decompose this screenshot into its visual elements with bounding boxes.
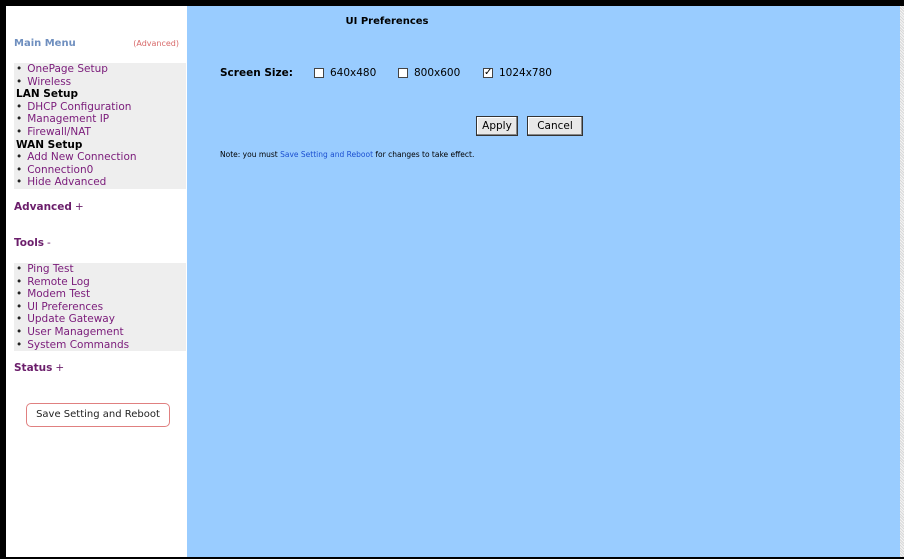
page-title: UI Preferences xyxy=(345,16,429,27)
note-text: Note: you must Save Setting and Reboot f… xyxy=(220,150,474,159)
advanced-expand-icon: + xyxy=(74,201,84,213)
main-panel: UI Preferences Screen Size: 640x480 800x… xyxy=(187,6,900,557)
advanced-section-toggle[interactable]: Advanced + xyxy=(14,201,84,213)
main-menu-list: OnePage SetupWirelessLAN SetupDHCP Confi… xyxy=(14,63,186,189)
sidebar-item-system-commands[interactable]: System Commands xyxy=(16,339,186,352)
status-expand-icon: + xyxy=(55,362,65,374)
option-label: 640x480 xyxy=(330,67,377,79)
save-and-reboot-link[interactable]: Save Setting and Reboot xyxy=(280,150,373,159)
save-and-reboot-button[interactable]: Save Setting and Reboot xyxy=(26,403,170,427)
option-label: 1024x780 xyxy=(499,67,552,79)
vertical-scrollbar[interactable] xyxy=(900,6,904,557)
main-menu-title: Main Menu xyxy=(14,38,76,49)
option-1024x780[interactable]: ✓ 1024x780 xyxy=(483,67,552,79)
note-prefix: Note: you must xyxy=(220,150,281,159)
apply-button[interactable]: Apply xyxy=(476,116,518,136)
status-section-toggle[interactable]: Status + xyxy=(14,362,64,374)
sidebar-item-hide-advanced[interactable]: Hide Advanced xyxy=(16,176,186,189)
sidebar: Main Menu (Advanced) OnePage SetupWirele… xyxy=(6,6,187,557)
main-menu-mode: (Advanced) xyxy=(133,39,179,48)
tools-menu-list: Ping TestRemote LogModem TestUI Preferen… xyxy=(14,263,186,351)
menu-section-header: WAN Setup xyxy=(16,138,83,151)
tools-title: Tools xyxy=(14,237,45,249)
sidebar-item-dhcp-configuration[interactable]: DHCP Configuration xyxy=(16,101,186,114)
cancel-button[interactable]: Cancel xyxy=(527,116,583,136)
note-suffix: for changes to take effect. xyxy=(373,150,475,159)
tools-section-toggle[interactable]: Tools - xyxy=(14,237,51,249)
option-640x480[interactable]: 640x480 xyxy=(314,67,376,79)
sidebar-item-update-gateway[interactable]: Update Gateway xyxy=(16,313,186,326)
menu-section-header: LAN Setup xyxy=(16,88,78,101)
checkbox-800x600[interactable] xyxy=(398,68,408,78)
sidebar-item-modem-test[interactable]: Modem Test xyxy=(16,288,186,301)
option-800x600[interactable]: 800x600 xyxy=(398,67,460,79)
sidebar-item-wireless[interactable]: Wireless xyxy=(16,76,186,89)
sidebar-item-remote-log[interactable]: Remote Log xyxy=(16,276,186,289)
sidebar-item-ui-preferences[interactable]: UI Preferences xyxy=(16,301,186,314)
status-title: Status xyxy=(14,362,53,374)
sidebar-item-management-ip[interactable]: Management IP xyxy=(16,113,186,126)
sidebar-item-user-management[interactable]: User Management xyxy=(16,326,186,339)
screen-size-label: Screen Size: xyxy=(220,67,293,79)
sidebar-item-add-new-connection[interactable]: Add New Connection xyxy=(16,151,186,164)
checkbox-1024x780[interactable]: ✓ xyxy=(483,68,493,78)
advanced-title: Advanced xyxy=(14,201,72,213)
sidebar-item-onepage-setup[interactable]: OnePage Setup xyxy=(16,63,186,76)
sidebar-item-connection0[interactable]: Connection0 xyxy=(16,164,186,177)
tools-collapse-icon: - xyxy=(47,237,51,249)
checkbox-640x480[interactable] xyxy=(314,68,324,78)
sidebar-item-ping-test[interactable]: Ping Test xyxy=(16,263,186,276)
option-label: 800x600 xyxy=(414,67,461,79)
sidebar-item-firewall-nat[interactable]: Firewall/NAT xyxy=(16,126,186,139)
